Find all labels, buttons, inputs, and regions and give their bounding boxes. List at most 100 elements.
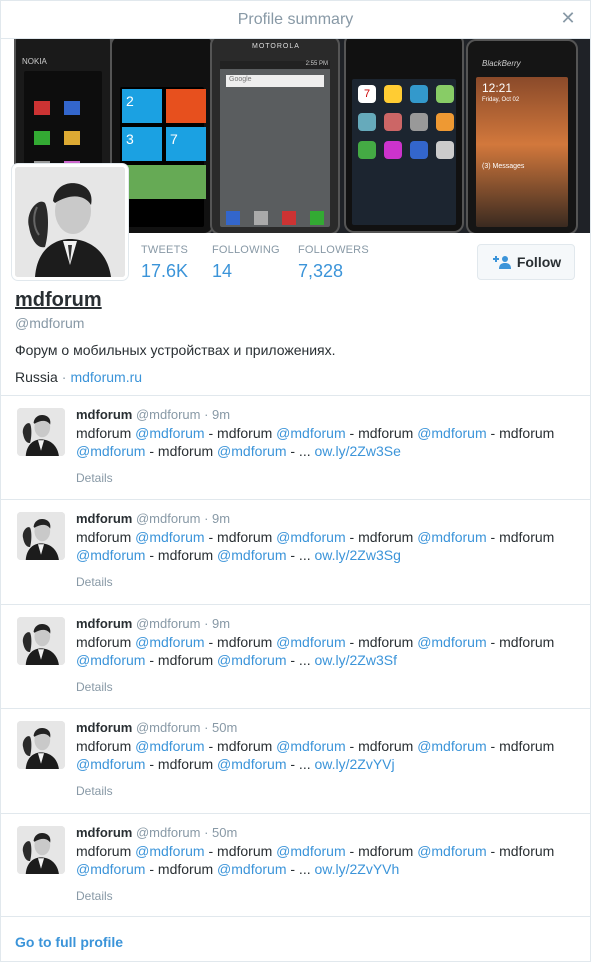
- tweet-author-handle: @mdforum: [135, 511, 201, 526]
- profile-avatar[interactable]: [12, 164, 128, 280]
- stat-following[interactable]: FOLLOWING 14: [212, 244, 280, 282]
- tweet-link[interactable]: ow.ly/2ZvYVh: [314, 861, 399, 877]
- tweet-mention[interactable]: @mdforum: [276, 738, 345, 754]
- wp-tile-1: 2: [122, 89, 162, 123]
- tweet-avatar[interactable]: [17, 617, 65, 665]
- tweet-details-link[interactable]: Details: [76, 575, 113, 589]
- tweet-word: mdforum: [499, 738, 555, 754]
- tweet-time-separator: ·: [200, 825, 213, 840]
- tweet-item[interactable]: mdforum @mdforum · 50m mdforum @mdforum -…: [1, 708, 590, 812]
- follow-button[interactable]: Follow: [477, 244, 575, 280]
- tweet-word: mdforum: [217, 738, 273, 754]
- tweet-item[interactable]: mdforum @mdforum · 9m mdforum @mdforum - …: [1, 395, 590, 499]
- tweet-mention[interactable]: @mdforum: [276, 425, 345, 441]
- tweet-avatar[interactable]: [17, 721, 65, 769]
- phone-iphone: 7: [344, 39, 464, 233]
- tweet-link[interactable]: ow.ly/2ZvYVj: [314, 756, 394, 772]
- tweet-author-name[interactable]: mdforum: [76, 720, 132, 735]
- tweet-dash: -: [345, 634, 359, 650]
- tweet-mention[interactable]: @mdforum: [76, 861, 145, 877]
- tweet-details-link[interactable]: Details: [76, 680, 113, 694]
- tweet-details-link[interactable]: Details: [76, 784, 113, 798]
- tweet-mention[interactable]: @mdforum: [135, 843, 204, 859]
- tweet-dash: -: [486, 843, 500, 859]
- tweet-dash: -: [345, 843, 359, 859]
- tweet-mention[interactable]: @mdforum: [217, 443, 286, 459]
- tweet-avatar[interactable]: [17, 826, 65, 874]
- tweet-word: mdforum: [217, 529, 273, 545]
- tweet-mention[interactable]: @mdforum: [76, 443, 145, 459]
- tweet-timestamp[interactable]: 9m: [212, 616, 230, 631]
- tweet-dash: -: [145, 861, 158, 877]
- tweet-mention[interactable]: @mdforum: [217, 547, 286, 563]
- tweet-item[interactable]: mdforum @mdforum · 9m mdforum @mdforum - …: [1, 604, 590, 708]
- tweet-item[interactable]: mdforum @mdforum · 9m mdforum @mdforum - …: [1, 499, 590, 603]
- tweet-word: mdforum: [76, 425, 132, 441]
- tweet-dash: -: [486, 738, 500, 754]
- tweet-link[interactable]: ow.ly/2Zw3Se: [314, 443, 400, 459]
- tweet-author-name[interactable]: mdforum: [76, 511, 132, 526]
- tweet-word: mdforum: [499, 425, 555, 441]
- tweet-mention[interactable]: @mdforum: [135, 529, 204, 545]
- tweet-word: mdforum: [358, 634, 414, 650]
- tweet-mention[interactable]: @mdforum: [76, 756, 145, 772]
- tweet-link[interactable]: ow.ly/2Zw3Sf: [314, 652, 396, 668]
- full-profile-link[interactable]: Go to full profile: [15, 934, 123, 950]
- tweet-word: mdforum: [358, 529, 414, 545]
- tweet-dash: -: [204, 529, 218, 545]
- tweet-timestamp[interactable]: 9m: [212, 407, 230, 422]
- profile-bio: Форум о мобильных устройствах и приложен…: [15, 342, 336, 358]
- tweet-mention[interactable]: @mdforum: [276, 634, 345, 650]
- modal-title: Profile summary: [237, 11, 354, 28]
- nokia-label: NOKIA: [22, 57, 47, 66]
- tweet-avatar[interactable]: [17, 512, 65, 560]
- tweet-mention[interactable]: @mdforum: [276, 843, 345, 859]
- tweet-mention[interactable]: @mdforum: [276, 529, 345, 545]
- tweet-text: mdforum @mdforum - mdforum @mdforum - md…: [76, 842, 571, 878]
- tweet-time-separator: ·: [200, 720, 213, 735]
- tweet-avatar[interactable]: [17, 408, 65, 456]
- stat-followers[interactable]: FOLLOWERS 7,328: [298, 244, 369, 282]
- tweet-mention[interactable]: @mdforum: [135, 634, 204, 650]
- profile-location: Russia: [15, 369, 58, 385]
- tweet-timestamp[interactable]: 50m: [212, 825, 237, 840]
- tweet-mention[interactable]: @mdforum: [417, 843, 486, 859]
- phone-blackberry: BlackBerry 12:21 Friday, Oct 02 (3) Mess…: [466, 39, 578, 233]
- tweet-timestamp[interactable]: 50m: [212, 720, 237, 735]
- tweet-mention[interactable]: @mdforum: [217, 652, 286, 668]
- tweet-time-separator: ·: [200, 407, 213, 422]
- blackberry-date: Friday, Oct 02: [482, 97, 520, 103]
- tweet-author-name[interactable]: mdforum: [76, 825, 132, 840]
- wp-tile-2: 3: [122, 127, 162, 161]
- tweet-timestamp[interactable]: 9m: [212, 511, 230, 526]
- tweet-mention[interactable]: @mdforum: [76, 652, 145, 668]
- tweet-mention[interactable]: @mdforum: [417, 529, 486, 545]
- stat-tweets[interactable]: TWEETS 17.6K: [141, 244, 188, 282]
- tweet-text: mdforum @mdforum - mdforum @mdforum - md…: [76, 633, 571, 669]
- tweet-word: mdforum: [157, 861, 214, 877]
- tweet-mention[interactable]: @mdforum: [417, 738, 486, 754]
- tweet-mention[interactable]: @mdforum: [417, 634, 486, 650]
- tweet-item[interactable]: mdforum @mdforum · 50m mdforum @mdforum -…: [1, 813, 590, 917]
- tweet-mention[interactable]: @mdforum: [76, 547, 145, 563]
- tweet-mention[interactable]: @mdforum: [417, 425, 486, 441]
- tweet-details-link[interactable]: Details: [76, 471, 113, 485]
- tweet-text: mdforum @mdforum - mdforum @mdforum - md…: [76, 737, 571, 773]
- profile-website-link[interactable]: mdforum.ru: [70, 369, 142, 385]
- tweet-time-separator: ·: [200, 616, 213, 631]
- tweet-mention[interactable]: @mdforum: [135, 425, 204, 441]
- following-count: 14: [212, 261, 233, 281]
- tweet-mention[interactable]: @mdforum: [217, 861, 286, 877]
- tweet-dash: -: [486, 529, 500, 545]
- tweet-author-handle: @mdforum: [135, 720, 201, 735]
- close-icon[interactable]: ✕: [560, 9, 576, 27]
- tweet-mention[interactable]: @mdforum: [217, 756, 286, 772]
- tweet-word: mdforum: [157, 652, 214, 668]
- tweet-details-link[interactable]: Details: [76, 889, 113, 903]
- tweet-link[interactable]: ow.ly/2Zw3Sg: [314, 547, 400, 563]
- tweet-author-name[interactable]: mdforum: [76, 616, 132, 631]
- tweet-mention[interactable]: @mdforum: [135, 738, 204, 754]
- profile-name[interactable]: mdforum: [15, 289, 102, 312]
- tweet-author-name[interactable]: mdforum: [76, 407, 132, 422]
- tweet-ellipsis: - ...: [286, 443, 315, 459]
